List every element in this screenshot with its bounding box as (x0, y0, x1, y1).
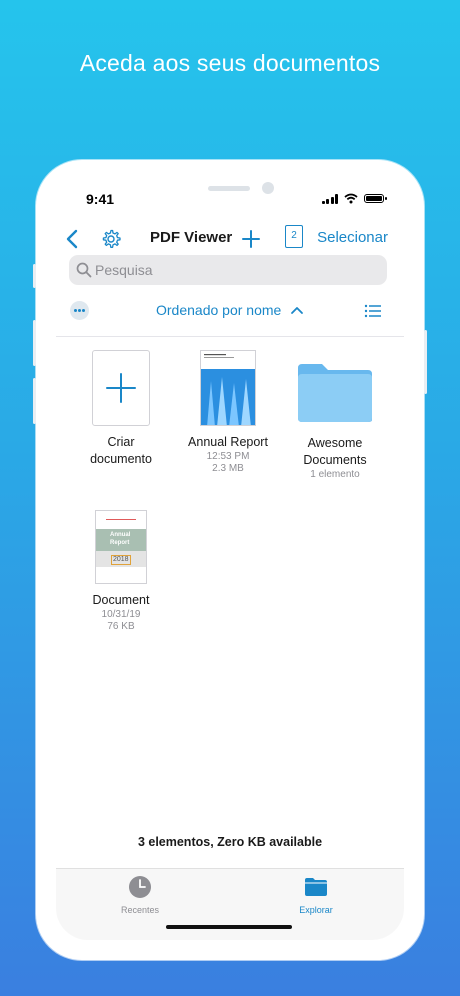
document-thumbnail: Annual Report 2018 (95, 510, 147, 584)
wifi-icon (344, 193, 358, 204)
page-count-button[interactable]: 2 (285, 225, 303, 248)
item-name: Document (92, 593, 150, 607)
camera (262, 182, 274, 194)
folder-icon (305, 878, 327, 896)
pdf-thumbnail (200, 350, 256, 426)
add-icon[interactable] (240, 228, 262, 250)
awesome-documents-folder[interactable]: Awesome Documents 1 elemento (280, 350, 390, 481)
item-size: 76 KB (107, 621, 135, 632)
plus-icon (106, 373, 136, 403)
create-document-item[interactable]: Criar documento (66, 350, 176, 468)
item-name: Annual Report (188, 435, 268, 449)
item-count: 1 elemento (310, 469, 360, 480)
nav-title: PDF Viewer (150, 229, 233, 246)
phone-side-button (33, 264, 36, 288)
tab-recentes[interactable]: Recentes (85, 875, 195, 915)
back-chevron-icon[interactable] (60, 226, 86, 252)
app-screen: 9:41 PDF Viewer 2 Selecionar Pesquisa Or… (56, 180, 404, 940)
search-placeholder: Pesquisa (95, 262, 153, 278)
annual-report-item[interactable]: Annual Report 12:53 PM 2.3 MB (173, 350, 283, 475)
phone-side-button (33, 378, 36, 424)
notch (144, 180, 316, 208)
select-button[interactable]: Selecionar (317, 229, 388, 246)
navbar: PDF Viewer 2 Selecionar (56, 224, 404, 258)
tab-label: Recentes (120, 905, 160, 915)
folder-icon (298, 364, 372, 422)
tab-bar: Recentes Explorar (56, 868, 404, 940)
phone-side-button (33, 320, 36, 366)
signal-icon (321, 193, 338, 204)
item-size: 2.3 MB (212, 463, 244, 474)
gear-icon[interactable] (100, 228, 122, 250)
search-icon (76, 262, 92, 278)
sort-bar: Ordenado por nome (56, 298, 404, 324)
document-item[interactable]: Annual Report 2018 Document 10/31/19 76 … (66, 510, 176, 633)
item-name: Awesome Documents (303, 436, 367, 467)
home-indicator (166, 925, 292, 929)
headline: Aceda aos seus documentos (79, 50, 381, 76)
more-options-button[interactable] (70, 301, 89, 320)
item-time: 12:53 PM (206, 451, 250, 462)
battery-icon (364, 194, 387, 203)
item-count-summary: 3 elementos, Zero KB available (137, 835, 323, 849)
speaker (208, 186, 250, 191)
tab-explorar[interactable]: Explorar (261, 875, 371, 915)
item-name: Criar documento (90, 435, 152, 466)
phone-side-button (424, 330, 427, 394)
chevron-up-icon (291, 307, 303, 314)
divider (56, 336, 404, 337)
status-time: 9:41 (86, 191, 115, 207)
item-date: 10/31/19 (101, 609, 141, 620)
search-input[interactable]: Pesquisa (69, 255, 387, 285)
create-document-thumbnail (92, 350, 150, 426)
status-icons (321, 193, 387, 204)
clock-icon (129, 876, 151, 898)
tab-label: Explorar (299, 905, 333, 915)
annual-report-cover-image (201, 351, 255, 425)
list-view-icon[interactable] (364, 303, 382, 319)
sort-button[interactable]: Ordenado por nome (156, 302, 281, 318)
